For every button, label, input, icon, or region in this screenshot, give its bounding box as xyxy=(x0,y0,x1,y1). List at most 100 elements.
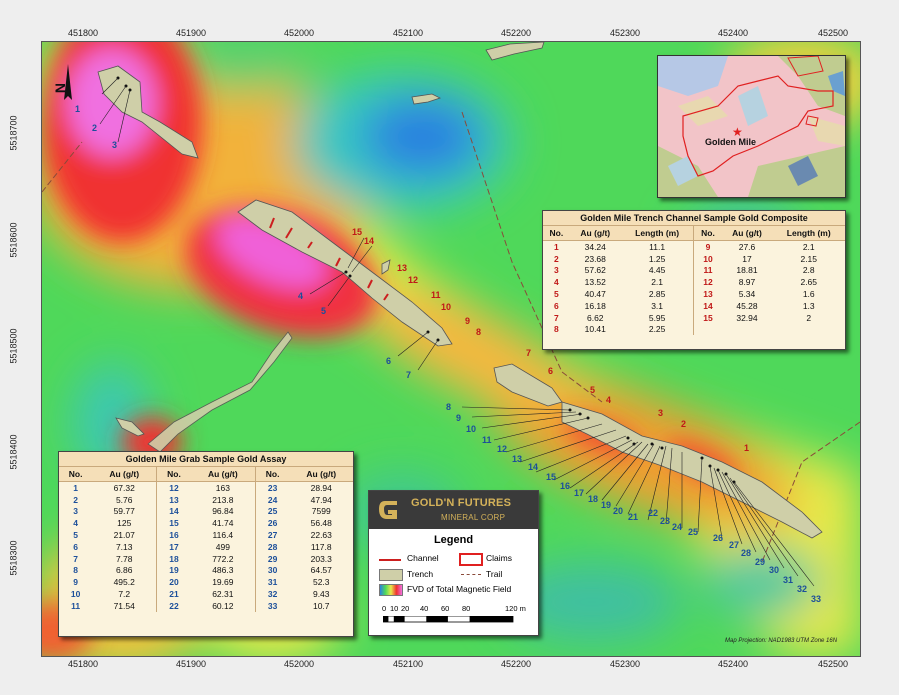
grab-cell: 499 xyxy=(215,541,230,552)
channel-label: 6 xyxy=(548,366,554,376)
trench-cell: 32.94 xyxy=(736,312,758,323)
x-tick-top: 451900 xyxy=(176,28,207,38)
channel-label: 4 xyxy=(606,395,612,405)
trench-cell: 40.47 xyxy=(584,289,606,300)
channel-label: 8 xyxy=(476,327,482,337)
trench-row: 5 40.47 2.85 13 5.34 1.6 xyxy=(543,288,845,300)
grab-label: 21 xyxy=(628,512,639,522)
x-tick-top: 452100 xyxy=(393,28,424,38)
grab-label: 29 xyxy=(755,557,766,567)
grab-label: 5 xyxy=(321,306,327,316)
trench-cell: 2.85 xyxy=(648,289,666,300)
grab-row: 1 67.32 12 163 23 28.94 xyxy=(59,481,353,494)
grab-label: 19 xyxy=(601,500,612,510)
grab-label: 18 xyxy=(588,494,599,504)
trench-col-header: Au (g/t) xyxy=(569,226,621,241)
scale-bar-graphic xyxy=(383,616,514,623)
trench-col-header: Au (g/t) xyxy=(721,226,773,241)
grab-cell: 6.86 xyxy=(115,565,133,576)
scale-tick: 80 xyxy=(462,604,471,613)
trench-cell: 27.6 xyxy=(738,241,756,252)
grab-cell: 32 xyxy=(254,588,290,600)
x-tick-top: 452200 xyxy=(501,28,532,38)
x-tick-bottom: 452200 xyxy=(501,659,532,669)
channel-label: 1 xyxy=(744,443,750,453)
grab-row: 2 5.76 13 213.8 24 47.94 xyxy=(59,493,353,506)
grab-cell: 14 xyxy=(156,505,191,518)
legend-claims-label: Claims xyxy=(486,553,512,563)
grab-row: 10 7.2 21 62.31 32 9.43 xyxy=(59,588,353,600)
scale-tick: 40 xyxy=(420,604,429,613)
fvd-swatch-icon xyxy=(379,584,403,596)
grab-label: 28 xyxy=(741,548,752,558)
map-frame: 451800 451900 452000 452100 452200 45230… xyxy=(0,0,899,695)
grab-cell: 7.78 xyxy=(115,553,133,564)
location-inset-map[interactable]: ★ Golden Mile xyxy=(657,55,846,198)
channel-label: 2 xyxy=(681,419,687,429)
grab-cell: 7 xyxy=(73,553,78,564)
trench-cell: 10.41 xyxy=(584,324,606,335)
grab-cell: 7599 xyxy=(311,506,331,517)
trail-swatch-icon xyxy=(461,574,481,575)
scale-tick: 10 xyxy=(390,604,399,613)
trench-cell: 14 xyxy=(693,299,722,312)
grab-label: 32 xyxy=(797,584,808,594)
trench-row: 1 34.24 11.1 9 27.6 2.1 xyxy=(543,240,845,253)
grab-label: 1 xyxy=(75,104,81,114)
trench-row: 8 10.41 2.25 xyxy=(543,323,845,336)
logo-mark-icon xyxy=(375,495,405,525)
channel-label: 3 xyxy=(658,408,664,418)
grab-cell: 28.94 xyxy=(310,482,332,493)
grab-cell: 4 xyxy=(73,518,78,529)
legend-channel-label: Channel xyxy=(407,553,439,563)
trench-cell: 2.25 xyxy=(648,324,666,335)
grab-cell: 10 xyxy=(70,589,81,600)
trench-cell: 2.1 xyxy=(651,277,664,288)
trench-cell: 10 xyxy=(693,252,722,265)
grab-cell: 26 xyxy=(254,517,290,530)
grab-row: 3 59.77 14 96.84 25 7599 xyxy=(59,505,353,518)
trench-cell: 8 xyxy=(554,324,559,335)
scale-tick: 0 xyxy=(382,604,387,613)
grab-label: 7 xyxy=(406,370,412,380)
y-tick-left: 5518300 xyxy=(8,540,19,576)
grab-col-header: No. xyxy=(156,467,191,482)
trench-cell: 4.45 xyxy=(648,265,666,276)
trench-cell: 1.3 xyxy=(802,300,815,311)
trench-cell: 4 xyxy=(554,277,559,288)
grab-cell: 20 xyxy=(156,576,191,589)
grab-table-title: Golden Mile Grab Sample Gold Assay xyxy=(59,452,353,467)
trench-cell: 3 xyxy=(554,265,559,276)
grab-cell: 12 xyxy=(156,481,191,494)
trench-cell: 2.1 xyxy=(802,241,815,252)
trench-table-grid: No. Au (g/t) Length (m) No. Au (g/t) Len… xyxy=(543,226,845,336)
x-tick-top: 452000 xyxy=(284,28,315,38)
trench-cell: 11.1 xyxy=(649,241,666,252)
trench-cell: 9 xyxy=(693,240,722,253)
trench-cell: 3.1 xyxy=(651,300,664,311)
grab-cell: 9 xyxy=(73,577,78,588)
trench-cell: 34.24 xyxy=(584,241,606,252)
trench-cell: 7 xyxy=(554,312,559,323)
scale-tick: 120 m xyxy=(505,604,526,613)
grab-cell: 486.3 xyxy=(212,565,234,576)
grab-col-header: Au (g/t) xyxy=(190,467,256,482)
channel-label: 14 xyxy=(364,236,375,246)
grab-label: 4 xyxy=(298,291,304,301)
grab-cell: 52.3 xyxy=(312,577,330,588)
grab-cell: 19.69 xyxy=(212,577,234,588)
grab-label: 22 xyxy=(648,508,659,518)
grab-label: 8 xyxy=(446,402,452,412)
trench-row: 2 23.68 1.25 10 17 2.15 xyxy=(543,252,845,265)
logo-subtitle: MINERAL CORP xyxy=(441,513,506,522)
trench-cell: 6 xyxy=(554,300,559,311)
grab-col-header: No. xyxy=(254,467,290,482)
grab-label: 6 xyxy=(386,356,392,366)
grab-cell: 17 xyxy=(156,540,191,553)
trench-cell: 13 xyxy=(693,288,722,300)
trench-col-header: Length (m) xyxy=(620,226,694,241)
channel-label: 10 xyxy=(441,302,452,312)
y-tick-left: 5518700 xyxy=(8,115,19,151)
grab-cell: 22.63 xyxy=(310,530,332,541)
grab-cell: 22 xyxy=(156,599,191,612)
